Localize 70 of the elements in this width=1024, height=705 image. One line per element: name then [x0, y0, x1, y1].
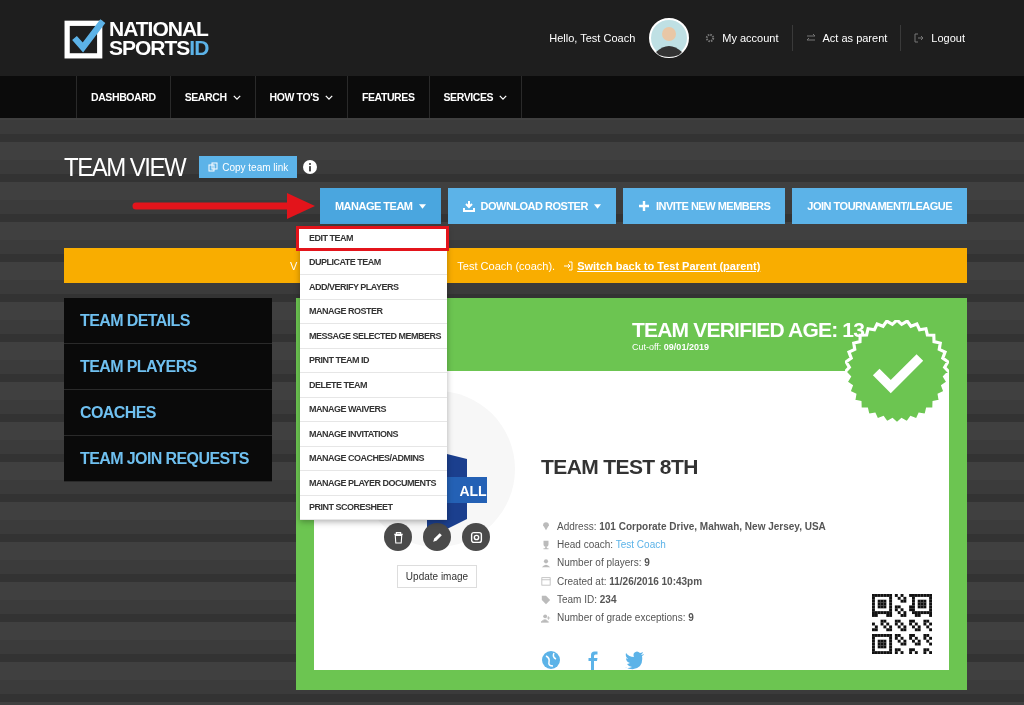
nav-item[interactable]: SERVICES: [428, 76, 523, 118]
tag-icon: [541, 594, 551, 605]
download-icon: [462, 200, 475, 212]
sidebar-item[interactable]: TEAM JOIN REQUESTS: [64, 436, 272, 482]
trash-icon: [391, 530, 405, 544]
banner-text: V: [290, 259, 298, 272]
chevron-down-icon: [499, 94, 508, 100]
menu-item[interactable]: MANAGE COACHES/ADMINS: [299, 446, 447, 471]
header-link[interactable]: Logout: [912, 32, 967, 44]
logout-icon: [914, 33, 925, 43]
camera-icon: [469, 530, 483, 544]
pin-icon: [541, 521, 551, 532]
checkbox-logo-icon: [64, 17, 106, 59]
menu-item[interactable]: ADD/VERIFY PLAYERS: [299, 275, 447, 300]
page-title: TEAM VIEW: [64, 151, 186, 183]
sign-in-icon: [563, 260, 574, 271]
caret-icon: [418, 203, 426, 209]
menu-item[interactable]: PRINT TEAM ID: [299, 348, 447, 373]
chevron-down-icon: [324, 94, 333, 100]
site-logo[interactable]: NATIONAL SPORTSID: [64, 17, 209, 59]
edit-image-button[interactable]: [423, 523, 451, 552]
info-icon[interactable]: [303, 160, 318, 174]
team-info-text: Number of players: 9: [557, 557, 650, 569]
sidebar-item[interactable]: TEAM DETAILS: [64, 298, 272, 344]
header-link[interactable]: Act as parent: [803, 32, 890, 44]
copy-icon: [208, 162, 219, 172]
team-name: TEAM TEST 8TH: [541, 455, 699, 480]
team-info-text: Head coach: Test Coach: [557, 539, 666, 551]
menu-item[interactable]: MANAGE ROSTER: [299, 299, 447, 324]
delete-image-button[interactable]: [384, 523, 412, 552]
menu-item[interactable]: DUPLICATE TEAM: [299, 250, 447, 275]
menu-item[interactable]: MANAGE WAIVERS: [299, 397, 447, 422]
update-image-button[interactable]: Update image: [396, 565, 478, 589]
user-icon: [541, 557, 551, 568]
logo-text: ALL: [459, 483, 487, 500]
logo-accent-text: ID: [189, 38, 209, 57]
trophy-icon: [541, 539, 551, 550]
swap-arrows-icon: [805, 33, 816, 43]
pencil-icon: [430, 530, 444, 544]
qr-code-drawing: [872, 594, 932, 654]
nav-item[interactable]: DASHBOARD: [76, 76, 171, 118]
menu-item[interactable]: MESSAGE SELECTED MEMBERS: [299, 324, 447, 349]
menu-item[interactable]: DELETE TEAM: [299, 373, 447, 398]
chevron-down-icon: [232, 94, 241, 100]
menu-item[interactable]: PRINT SCORESHEET: [299, 495, 447, 520]
sidebar-item[interactable]: TEAM PLAYERS: [64, 344, 272, 390]
nav-item[interactable]: HOW TO'S: [254, 76, 348, 118]
avatar-icon[interactable]: [649, 18, 690, 58]
menu-item[interactable]: MANAGE INVITATIONS: [299, 422, 447, 447]
logo-text: SPORTS: [109, 38, 190, 57]
calendar-icon: [541, 576, 551, 587]
cutoff-text: Cut-off: 09/01/2019: [632, 341, 710, 352]
team-info-text: Created at: 11/26/2016 10:43pm: [557, 575, 703, 587]
team-info-text: Number of grade exceptions: 9: [557, 612, 694, 624]
nav-item[interactable]: FEATURES: [346, 76, 430, 118]
sidebar-item[interactable]: COACHES: [64, 390, 272, 436]
menu-item[interactable]: MANAGE PLAYER DOCUMENTS: [299, 471, 447, 496]
menu-item[interactable]: EDIT TEAM: [295, 226, 449, 251]
camera-button[interactable]: [462, 523, 490, 552]
team-info-text: Address: 101 Corporate Drive, Mahwah, New Jersey, USA: [557, 520, 826, 532]
greeting-text: Hello, Test Coach: [549, 32, 636, 44]
nav-item[interactable]: SEARCH: [169, 76, 256, 118]
user-plus-icon: [541, 612, 551, 623]
logo-text: NATIONAL: [109, 19, 209, 38]
team-info-text: Team ID: 234: [557, 594, 617, 606]
caret-icon: [593, 203, 601, 209]
plus-icon: [637, 200, 650, 212]
header-link[interactable]: My account: [703, 32, 781, 44]
settings-icon: [705, 33, 716, 43]
banner-text: Test Coach (coach).: [457, 259, 556, 272]
